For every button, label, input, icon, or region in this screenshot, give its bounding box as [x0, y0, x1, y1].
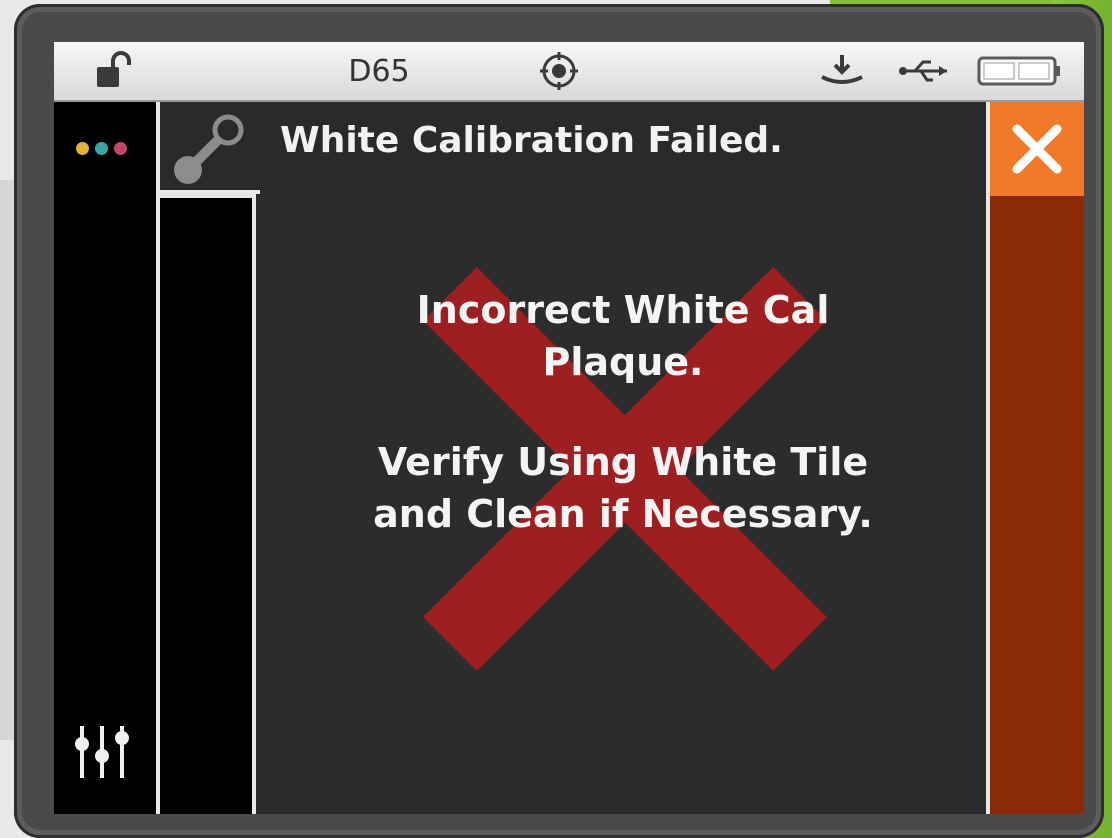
illuminant-label[interactable]: D65 — [334, 50, 424, 92]
dialog-panel: White Calibration Failed. Incorrect Whit… — [156, 102, 990, 814]
dialog-title: White Calibration Failed. — [280, 120, 783, 161]
menu-dots-icon[interactable] — [76, 142, 127, 155]
menu-dot — [76, 142, 89, 155]
dialog-header: White Calibration Failed. — [160, 102, 986, 194]
left-column — [160, 194, 256, 814]
tray-download-icon[interactable] — [814, 50, 870, 92]
error-message-line: Incorrect White Cal — [416, 288, 830, 332]
photo-stage: D65 White Calibration Failed. Incorrect … — [0, 0, 1112, 838]
status-bar: D65 — [54, 42, 1084, 102]
close-icon — [1012, 124, 1062, 174]
close-button[interactable] — [990, 102, 1084, 196]
probe-icon — [170, 112, 250, 192]
illuminant-text: D65 — [348, 53, 410, 89]
instruction-line: Verify Using White Tile — [377, 440, 869, 484]
instruction-line: and Clean if Necessary. — [373, 492, 873, 536]
device-bezel: D65 White Calibration Failed. Incorrect … — [14, 4, 1104, 838]
sliders-icon[interactable] — [72, 724, 132, 784]
right-column — [986, 102, 1084, 814]
unlock-icon[interactable] — [90, 50, 140, 92]
menu-dot — [95, 142, 108, 155]
device-screen: D65 White Calibration Failed. Incorrect … — [54, 42, 1084, 814]
dialog-content: Incorrect White Cal Plaque. Verify Using… — [260, 194, 986, 814]
menu-dot — [114, 142, 127, 155]
left-sidebar — [54, 102, 154, 814]
battery-icon — [976, 50, 1062, 92]
target-icon[interactable] — [534, 50, 584, 92]
usb-icon — [894, 50, 954, 92]
error-message-line: Plaque. — [542, 340, 704, 384]
